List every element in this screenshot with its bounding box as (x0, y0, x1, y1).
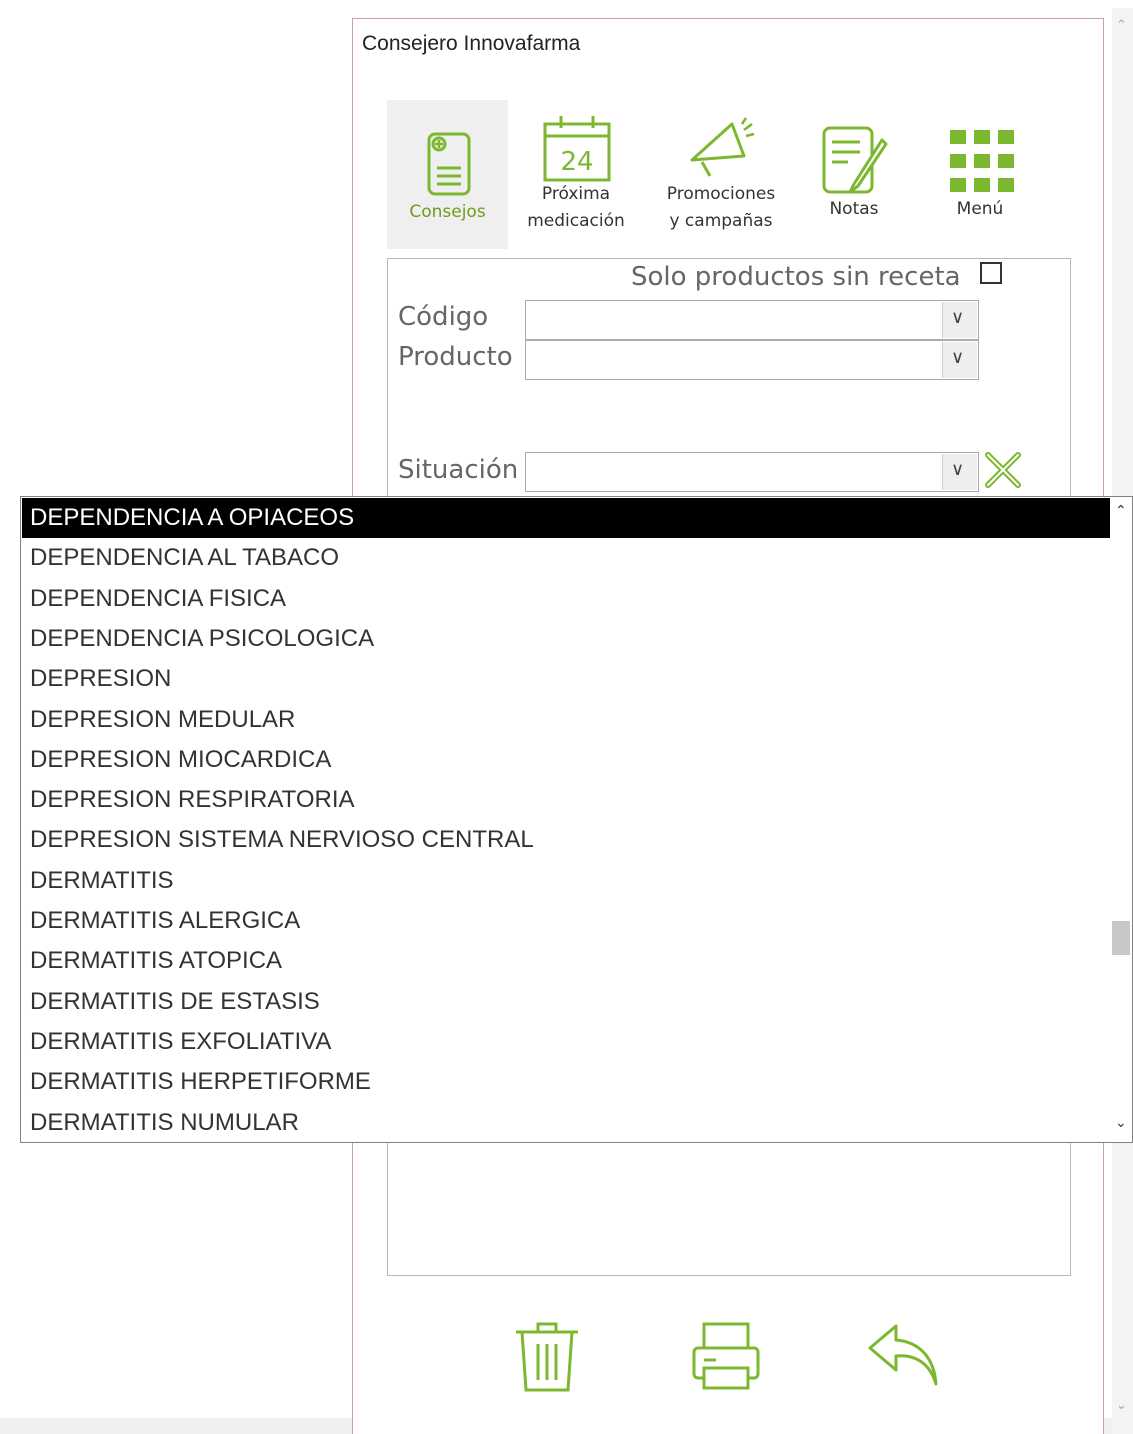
chevron-down-icon: ∨ (951, 459, 965, 480)
window-title: Consejero Innovafarma (362, 32, 581, 55)
toolbar-proxima-line1: Próxima (541, 184, 611, 204)
producto-label: Producto (398, 342, 513, 372)
scroll-down-arrow-icon[interactable]: ⌄ (1115, 1115, 1127, 1131)
solo-productos-checkbox[interactable] (980, 262, 1002, 284)
megaphone-icon (690, 117, 755, 177)
producto-combobox[interactable]: ∨ (525, 340, 979, 380)
codigo-label: Código (398, 302, 489, 332)
toolbar-proxima-line2: medicación (527, 211, 625, 231)
dropdown-item[interactable]: DEPRESION SISTEMA NERVIOSO CENTRAL (22, 820, 1110, 860)
dropdown-item[interactable]: DEPRESION (22, 659, 1110, 699)
toolbar-menu-label: Menú (956, 199, 1004, 219)
undo-arrow-icon[interactable] (866, 1322, 942, 1388)
codigo-dropdown-button[interactable]: ∨ (942, 302, 977, 338)
situacion-dropdown-button[interactable]: ∨ (942, 454, 977, 490)
codigo-combobox[interactable]: ∨ (525, 300, 979, 340)
toolbar-consejos-label: Consejos (409, 202, 486, 222)
calendar-icon: 24 (543, 116, 611, 182)
toolbar-promociones-button[interactable]: Promociones y campañas (650, 108, 792, 248)
toolbar-notas-button[interactable]: Notas (806, 120, 902, 248)
document-plus-icon (427, 132, 471, 196)
toolbar-promo-line1: Promociones (666, 184, 776, 204)
situacion-combobox[interactable]: ∨ (525, 452, 979, 492)
producto-dropdown-button[interactable]: ∨ (942, 342, 977, 378)
clear-x-icon[interactable] (984, 451, 1022, 489)
chevron-down-icon: ∨ (951, 347, 965, 368)
dropdown-item[interactable]: DEPENDENCIA FISICA (22, 579, 1110, 619)
toolbar-menu-button[interactable]: Menú (932, 124, 1028, 248)
dropdown-item[interactable]: DEPRESION RESPIRATORIA (22, 780, 1110, 820)
solo-productos-label: Solo productos sin receta (631, 262, 961, 292)
toolbar-proxima-medicacion-button[interactable]: 24 Próxima medicación (515, 108, 637, 248)
scroll-down-arrow-icon[interactable]: ⌄ (1116, 1398, 1127, 1413)
dropdown-item[interactable]: DEPENDENCIA PSICOLOGICA (22, 619, 1110, 659)
trash-icon[interactable] (514, 1322, 580, 1394)
scroll-up-arrow-icon[interactable]: ⌃ (1116, 18, 1127, 33)
dropdown-item[interactable]: DERMATITIS NUMULAR (22, 1103, 1110, 1143)
dropdown-item[interactable]: DERMATITIS DE ESTASIS (22, 982, 1110, 1022)
dropdown-item[interactable]: DERMATITIS ATOPICA (22, 941, 1110, 981)
dropdown-item[interactable]: DEPRESION MEDULAR (22, 700, 1110, 740)
printer-icon[interactable] (692, 1322, 760, 1392)
toolbar-consejos-button[interactable]: Consejos (387, 100, 508, 249)
dropdown-scroll-thumb[interactable] (1112, 921, 1130, 955)
toolbar-notas-label: Notas (829, 199, 879, 219)
grid-icon (950, 130, 1014, 192)
dropdown-item[interactable]: DERMATITIS EXFOLIATIVA (22, 1022, 1110, 1062)
scroll-up-arrow-icon[interactable]: ⌃ (1115, 503, 1127, 519)
chevron-down-icon: ∨ (951, 307, 965, 328)
dropdown-item[interactable]: DERMATITIS ALERGICA (22, 901, 1110, 941)
dropdown-item[interactable]: DEPRESION MIOCARDICA (22, 740, 1110, 780)
dropdown-item[interactable]: DEPENDENCIA A OPIACEOS (22, 498, 1110, 538)
situacion-dropdown-list[interactable]: ⌃ ⌄ DEPENDENCIA A OPIACEOS DEPENDENCIA AL… (20, 496, 1133, 1143)
dropdown-scrollbar[interactable]: ⌃ ⌄ (1110, 497, 1132, 1142)
dropdown-item[interactable]: DERMATITIS HERPETIFORME (22, 1062, 1110, 1102)
notes-pencil-icon (822, 126, 888, 194)
dropdown-item[interactable]: DEPENDENCIA AL TABACO (22, 538, 1110, 578)
toolbar-promo-line2: y campañas (669, 211, 773, 231)
calendar-day-text: 24 (560, 147, 593, 177)
situacion-label: Situación (398, 455, 519, 485)
dropdown-item[interactable]: DERMATITIS (22, 861, 1110, 901)
